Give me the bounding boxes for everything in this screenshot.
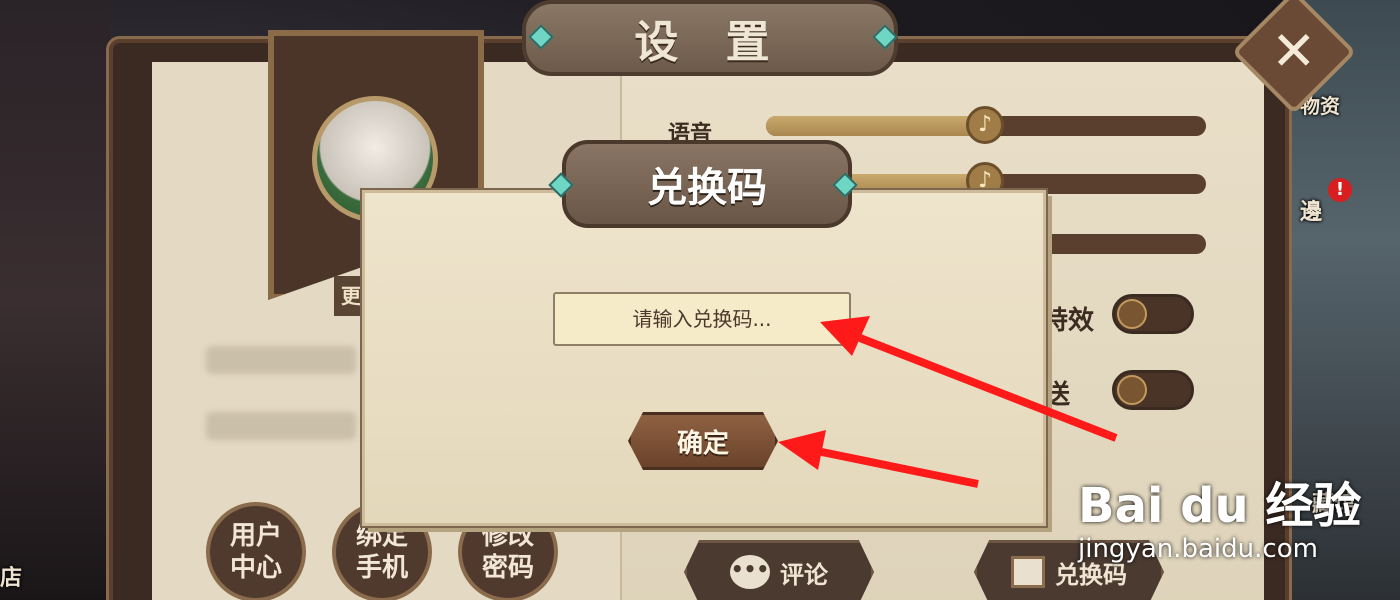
settings-title: 设 置 (634, 17, 786, 68)
redeem-dialog-title: 兑换码 (647, 165, 767, 211)
confirm-button-label: 确定 (676, 428, 729, 459)
background-left-scene (0, 0, 110, 600)
blurred-account-info (206, 346, 356, 374)
watermark-url: jingyan.baidu.com (1078, 534, 1318, 564)
gift-icon (1011, 556, 1045, 588)
redeem-dialog (362, 190, 1046, 526)
voice-slider-knob-icon[interactable]: ♪ (966, 106, 1004, 144)
chat-bubble-icon: ••• (730, 555, 770, 589)
side-label-shop: 店 (0, 566, 23, 591)
alert-badge-icon: ! (1328, 178, 1352, 202)
effects-toggle-label: 特效 (1042, 306, 1095, 336)
side-label-mid: 邊 (1300, 200, 1323, 225)
blurred-account-info (206, 412, 356, 440)
close-icon: ✕ (1271, 19, 1317, 83)
second-toggle-label: 送 (1044, 380, 1071, 410)
confirm-button[interactable]: 确定 (628, 412, 778, 470)
comment-button[interactable]: ••• 评论 (684, 540, 874, 600)
voice-slider-fill (766, 116, 978, 136)
settings-title-banner: 设 置 (522, 0, 898, 76)
watermark-brand: Bai du 经验 (1078, 478, 1362, 534)
second-toggle[interactable] (1112, 370, 1194, 410)
user-center-button[interactable]: 用户 中心 (206, 502, 306, 600)
effects-toggle[interactable] (1112, 294, 1194, 334)
toggle-knob (1117, 375, 1147, 405)
redeem-dialog-title-banner: 兑换码 (562, 140, 852, 228)
toggle-knob (1117, 299, 1147, 329)
redeem-code-input[interactable] (553, 292, 851, 346)
